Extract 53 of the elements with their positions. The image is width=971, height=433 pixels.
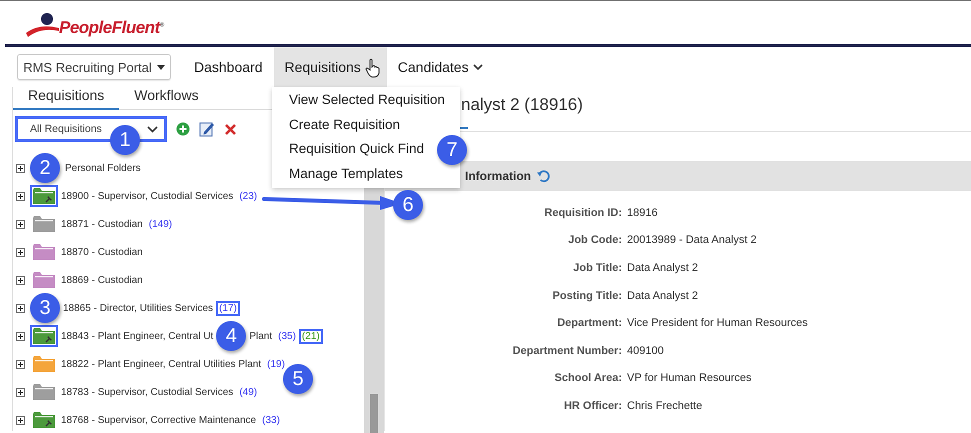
field-value: 18916 (627, 206, 658, 219)
section-title: Information (465, 169, 531, 183)
numbered-callout: 6 (393, 190, 423, 220)
new-candidate-count[interactable]: (21) (298, 328, 323, 344)
candidate-count[interactable]: (35) (275, 328, 299, 344)
field-value: Data Analyst 2 (627, 262, 698, 274)
menu-item[interactable]: Manage Templates (289, 166, 403, 182)
numbered-callout: 2 (30, 153, 60, 183)
field-label: Job Title: (573, 262, 622, 274)
numbered-callout: 4 (216, 321, 246, 351)
field-label: Job Code: (568, 234, 622, 246)
requisition-label[interactable]: 18783 - Supervisor, Custodial Services (61, 386, 234, 398)
field-label: School Area: (554, 372, 622, 384)
nav-menu-item[interactable]: Candidates (386, 47, 494, 87)
field-value: Data Analyst 2 (627, 290, 698, 302)
candidate-count[interactable]: (33) (259, 412, 283, 428)
numbered-callout: 3 (30, 293, 60, 323)
nav-menu-item[interactable]: Dashboard (183, 47, 274, 87)
numbered-callout: 5 (283, 364, 313, 394)
field-label: Posting Title: (552, 290, 622, 302)
field-value: Chris Frechette (627, 400, 702, 412)
requisition-label[interactable]: 18900 - Supervisor, Custodial Services (61, 190, 234, 202)
folder-group-label[interactable]: Personal Folders (65, 162, 141, 174)
nav-menu-item[interactable]: Requisitions (274, 47, 387, 87)
numbered-callout: 1 (110, 125, 140, 155)
field-label: Department Number: (512, 344, 622, 357)
requisition-label[interactable]: 18869 - Custodian (61, 274, 143, 286)
requisition-label[interactable]: 18843 - Plant Engineer, Central Ut (61, 330, 214, 342)
field-value: VP for Human Resources (627, 372, 752, 384)
field-value: Vice President for Human Resources (627, 317, 808, 330)
requisition-label[interactable]: 18865 - Director, Utilities Services (63, 302, 214, 314)
candidate-count[interactable]: (49) (236, 384, 260, 400)
logo-text: PeopleFluent$^{®}$ (59, 18, 164, 38)
requisition-label[interactable]: 18822 - Plant Engineer, Central Utilities Plant (61, 358, 262, 370)
requisition-label[interactable]: 18870 - Custodian (61, 246, 143, 258)
menu-item[interactable]: Create Requisition (289, 116, 400, 133)
requisition-label[interactable]: Plant (249, 330, 272, 342)
field-label: HR Officer: (564, 400, 622, 412)
candidate-count[interactable]: (17) (216, 300, 240, 316)
panel-tab[interactable]: Requisitions (13, 87, 120, 110)
menu-item[interactable]: Requisition Quick Find (289, 141, 424, 158)
field-label: Department: (557, 317, 622, 330)
field-value: 409100 (627, 344, 664, 357)
page-title: nalyst 2 (18916) (461, 95, 583, 114)
menu-item[interactable]: View Selected Requisition (289, 92, 445, 108)
requisition-label[interactable]: 18871 - Custodian (61, 218, 143, 230)
field-label: Requisition ID: (544, 206, 622, 219)
candidate-count[interactable]: (149) (146, 216, 176, 232)
portal-dropdown[interactable]: RMS Recruiting Portal (17, 54, 171, 80)
panel-tab[interactable]: Workflows (119, 87, 214, 110)
field-value: 20013989 - Data Analyst 2 (627, 234, 757, 246)
requisition-label[interactable]: 18768 - Supervisor, Corrective Maintenance (61, 414, 256, 426)
candidate-count[interactable]: (23) (236, 188, 260, 204)
